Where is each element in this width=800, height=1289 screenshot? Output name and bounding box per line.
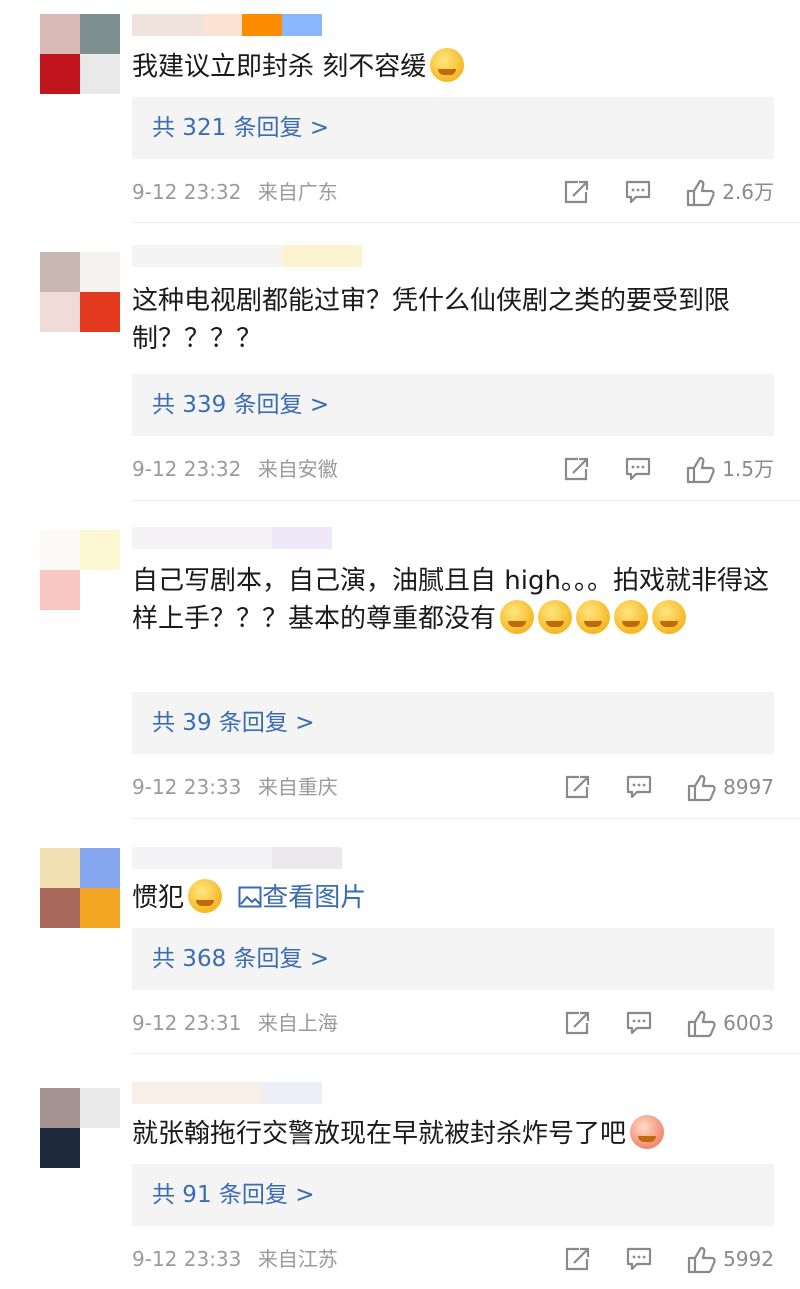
image-icon: [238, 886, 262, 908]
comment-text: 惯犯 查看图片: [132, 879, 772, 917]
comment-icon[interactable]: [624, 179, 652, 205]
replies-button[interactable]: 共 321 条回复 >: [132, 97, 774, 159]
comment-meta: 9-12 23:31 来自上海 6003: [132, 1007, 774, 1039]
comment-icon[interactable]: [625, 1010, 653, 1036]
divider: [132, 818, 800, 819]
thumbs-up-icon[interactable]: [687, 1246, 716, 1274]
replies-button[interactable]: 共 339 条回复 >: [132, 374, 774, 436]
username-redacted[interactable]: [132, 245, 362, 267]
timestamp: 9-12 23:33: [132, 775, 242, 799]
comment-icon[interactable]: [624, 456, 652, 482]
thumbs-up-icon[interactable]: [686, 179, 715, 207]
replies-button[interactable]: 共 91 条回复 >: [132, 1164, 774, 1226]
angry-face-icon: [500, 600, 535, 634]
angry-face-icon: [652, 600, 687, 634]
like-count: 6003: [723, 1011, 774, 1035]
comment-meta: 9-12 23:33 来自江苏 5992: [132, 1243, 774, 1275]
thumbs-up-icon[interactable]: [686, 456, 715, 484]
share-icon[interactable]: [563, 1010, 591, 1036]
like-count: 2.6万: [722, 180, 774, 204]
comment-meta: 9-12 23:33 来自重庆 8997: [132, 771, 774, 803]
angry-face-icon: [614, 600, 649, 634]
divider: [132, 1053, 800, 1054]
share-icon[interactable]: [562, 456, 590, 482]
location: 来自江苏: [257, 1247, 338, 1271]
avatar[interactable]: [40, 252, 120, 332]
divider: [132, 222, 800, 223]
comment-icon[interactable]: [625, 774, 653, 800]
like-count: 8997: [723, 775, 774, 799]
angry-face-icon: [538, 600, 573, 634]
angry-face-icon: [576, 600, 611, 634]
avatar[interactable]: [40, 14, 120, 94]
comment-text: 我建议立即封杀 刻不容缓: [132, 48, 772, 86]
divider: [132, 500, 800, 501]
username-redacted[interactable]: [132, 14, 358, 36]
like-count: 1.5万: [722, 457, 774, 481]
comment-icon[interactable]: [625, 1246, 653, 1272]
share-icon[interactable]: [563, 774, 591, 800]
comment-text: 这种电视剧都能过审？凭什么仙侠剧之类的要受到限制？？？？: [132, 286, 731, 354]
comment-meta: 9-12 23:32 来自安徽 1.5万: [132, 453, 774, 485]
location: 来自上海: [257, 1011, 338, 1035]
comment-text: 自己写剧本，自己演，油腻且自 high。。。拍戏就非得这样上手？？？基本的尊重都…: [132, 566, 769, 634]
username-redacted[interactable]: [132, 1082, 322, 1104]
timestamp: 9-12 23:32: [132, 180, 242, 204]
avatar[interactable]: [40, 848, 120, 928]
timestamp: 9-12 23:32: [132, 457, 242, 481]
location: 来自广东: [257, 180, 338, 204]
thumbs-up-icon[interactable]: [687, 774, 716, 802]
username-redacted[interactable]: [132, 847, 342, 869]
view-image-link[interactable]: 查看图片: [238, 883, 366, 913]
comment-meta: 9-12 23:32 来自广东 2.6万: [132, 176, 774, 208]
replies-button[interactable]: 共 368 条回复 >: [132, 928, 774, 990]
avatar[interactable]: [40, 530, 120, 610]
timestamp: 9-12 23:33: [132, 1247, 242, 1271]
share-icon[interactable]: [563, 1246, 591, 1272]
share-icon[interactable]: [562, 179, 590, 205]
location: 来自安徽: [257, 457, 338, 481]
like-count: 5992: [723, 1247, 774, 1271]
timestamp: 9-12 23:31: [132, 1011, 242, 1035]
thumbs-up-icon[interactable]: [687, 1010, 716, 1038]
avatar[interactable]: [40, 1088, 120, 1168]
username-redacted[interactable]: [132, 527, 332, 549]
comment-text: 就张翰拖行交警放现在早就被封杀炸号了吧: [132, 1115, 772, 1153]
replies-button[interactable]: 共 39 条回复 >: [132, 692, 774, 754]
crying-face-icon: [430, 48, 465, 82]
location: 来自重庆: [257, 775, 338, 799]
laughing-face-icon: [630, 1115, 665, 1149]
crying-face-icon: [188, 879, 223, 913]
